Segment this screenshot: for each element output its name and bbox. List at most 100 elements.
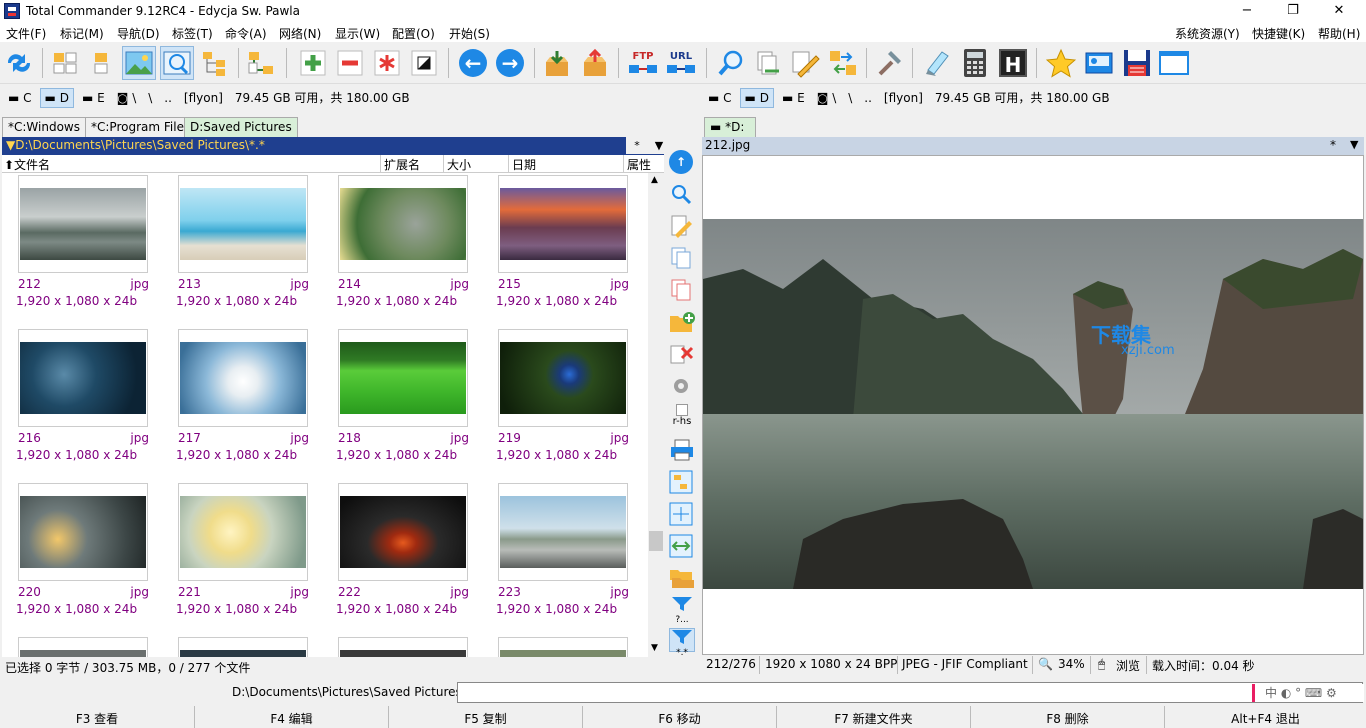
restore-button[interactable]: ❐	[1270, 0, 1316, 22]
rhs-button[interactable]: r-hs	[669, 404, 695, 428]
select-group-button[interactable]	[296, 46, 330, 80]
tab-program-files[interactable]: *C:Program Files	[85, 117, 197, 137]
copy-button[interactable]	[669, 246, 695, 270]
thumbnail-214[interactable]	[338, 175, 468, 273]
network-drive-button[interactable]: ◙ \	[813, 89, 841, 107]
menu-system[interactable]: 系统资源(Y)	[1175, 25, 1240, 42]
edit-file-button[interactable]	[669, 214, 695, 238]
thumbnail-213[interactable]	[178, 175, 308, 273]
notepad-button[interactable]	[920, 46, 954, 80]
back-button[interactable]: ←	[456, 46, 490, 80]
menu-tabs[interactable]: 标签(T)	[172, 25, 213, 42]
drive-e-button[interactable]: ▬ E	[78, 89, 109, 107]
hex-editor-button[interactable]: H	[996, 46, 1030, 80]
right-path-bar[interactable]: 212.jpg * ▼	[702, 137, 1364, 155]
ime-toolbar[interactable]: 中 ◐ ° ⌨ ⚙	[1252, 684, 1364, 702]
refresh-button[interactable]	[2, 46, 36, 80]
thumbnail-212[interactable]	[18, 175, 148, 273]
drive-c-button[interactable]: ▬ C	[704, 89, 736, 107]
root-button[interactable]: \	[844, 89, 856, 107]
thumbnail-partial[interactable]	[338, 637, 468, 657]
thumbnail-219[interactable]	[498, 329, 628, 427]
tab-windows[interactable]: *C:Windows	[2, 117, 86, 137]
tab-d-drive[interactable]: ▬ *D:	[704, 117, 756, 137]
thumbnail-221[interactable]	[178, 483, 308, 581]
thumbnail-217[interactable]	[178, 329, 308, 427]
scroll-up-icon[interactable]: ▲	[651, 175, 658, 185]
thumbnail-222[interactable]	[338, 483, 468, 581]
left-file-panel[interactable]: 212 jpg 1,920 x 1,080 x 24b 213 jpg 1,92…	[2, 173, 664, 657]
f8-delete-button[interactable]: F8 删除	[971, 710, 1164, 727]
filter-button[interactable]: ?...	[669, 596, 695, 625]
new-folder-button[interactable]	[669, 310, 695, 334]
menu-file[interactable]: 文件(F)	[6, 25, 46, 42]
menu-start[interactable]: 开始(S)	[449, 25, 490, 42]
menu-help[interactable]: 帮助(H)	[1318, 25, 1360, 42]
f4-edit-button[interactable]: F4 编辑	[195, 710, 388, 727]
f5-copy-button[interactable]: F5 复制	[389, 710, 582, 727]
menu-hotkeys[interactable]: 快捷键(K)	[1252, 25, 1305, 42]
f3-view-button[interactable]: F3 查看	[0, 710, 194, 727]
folder-compare-button[interactable]	[669, 566, 695, 590]
tab-saved-pictures[interactable]: D:Saved Pictures	[184, 117, 298, 137]
menu-mark[interactable]: 标记(M)	[60, 25, 104, 42]
print-button[interactable]	[669, 438, 695, 462]
sysinfo-button[interactable]	[1082, 46, 1116, 80]
window-button[interactable]	[1157, 46, 1191, 80]
filter-active-button[interactable]: *.*	[669, 628, 695, 658]
alt-f4-exit-button[interactable]: Alt+F4 退出	[1165, 710, 1366, 727]
parent-dir-button[interactable]: ..	[860, 89, 876, 107]
drive-d-button[interactable]: ▬ D	[39, 88, 74, 108]
branch-view-button[interactable]	[669, 470, 695, 494]
zoom-level[interactable]: 34%	[1058, 657, 1085, 671]
unselect-group-button[interactable]	[333, 46, 367, 80]
f7-new-folder-button[interactable]: F7 新建文件夹	[777, 710, 970, 727]
column-attr[interactable]: 属性	[627, 156, 651, 173]
brief-view-button[interactable]	[48, 46, 82, 80]
history-button[interactable]: *	[626, 137, 648, 154]
menu-navigate[interactable]: 导航(D)	[117, 25, 160, 42]
invert-selection-button[interactable]	[407, 46, 441, 80]
tools-button[interactable]	[872, 46, 906, 80]
thumbnail-216[interactable]	[18, 329, 148, 427]
thumbnail-220[interactable]	[18, 483, 148, 581]
save-settings-button[interactable]	[1120, 46, 1154, 80]
search-button[interactable]	[714, 46, 748, 80]
parent-dir-button[interactable]: ..	[160, 89, 176, 107]
tree-view-button[interactable]	[198, 46, 232, 80]
thumbnail-partial[interactable]	[178, 637, 308, 657]
split-button[interactable]	[669, 502, 695, 526]
unpack-button[interactable]	[540, 46, 574, 80]
thumbnail-partial[interactable]	[18, 637, 148, 657]
drive-c-button[interactable]: ▬ C	[4, 89, 36, 107]
command-input[interactable]	[457, 682, 1363, 703]
full-view-button[interactable]	[84, 46, 118, 80]
scroll-thumb[interactable]	[649, 531, 663, 551]
up-dir-button[interactable]: ↑	[669, 150, 695, 174]
browse-mode[interactable]: 浏览	[1116, 657, 1140, 674]
ftp-connect-button[interactable]: FTP	[626, 46, 660, 80]
sync-dirs-button[interactable]	[826, 46, 860, 80]
menu-show[interactable]: 显示(W)	[335, 25, 380, 42]
multi-rename-button[interactable]	[750, 46, 784, 80]
forward-button[interactable]: →	[493, 46, 527, 80]
select-all-button[interactable]	[370, 46, 404, 80]
column-date[interactable]: 日期	[512, 156, 536, 173]
left-scrollbar[interactable]: ▲ ▼	[648, 173, 664, 657]
compare-folders-button[interactable]	[244, 46, 278, 80]
left-path-bar[interactable]: ▼D:\Documents\Pictures\Saved Pictures\*.…	[2, 137, 670, 155]
hotlist-button[interactable]: ▼	[1350, 138, 1358, 151]
move-button[interactable]	[669, 278, 695, 302]
view-button[interactable]	[669, 182, 695, 206]
root-button[interactable]: \	[144, 89, 156, 107]
network-drive-button[interactable]: ◙ \	[113, 89, 141, 107]
f6-move-button[interactable]: F6 移动	[583, 710, 776, 727]
pack-button[interactable]	[578, 46, 612, 80]
close-button[interactable]: ✕	[1316, 0, 1362, 22]
favorites-button[interactable]	[1044, 46, 1078, 80]
menu-commands[interactable]: 命令(A)	[225, 25, 267, 42]
thumbnail-223[interactable]	[498, 483, 628, 581]
delete-button[interactable]	[669, 342, 695, 366]
swap-panels-button[interactable]	[669, 534, 695, 558]
calculator-button[interactable]	[958, 46, 992, 80]
